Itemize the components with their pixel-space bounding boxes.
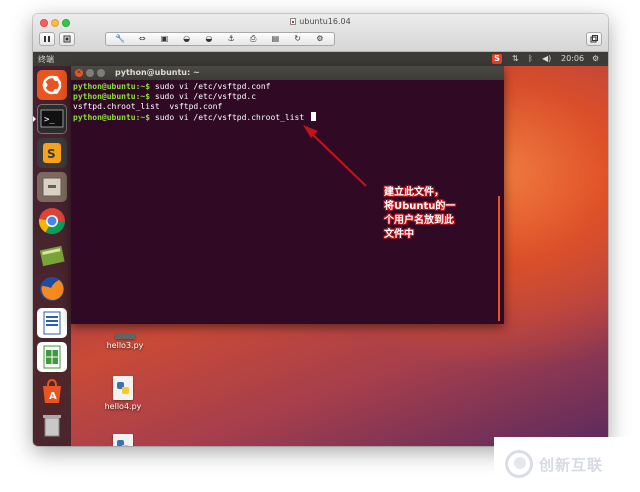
watermark-logo-icon [505,450,533,478]
annotation-text: 建立此文件， 将Ubuntu的一 个用户名放到此 文件中 [384,186,455,242]
watermark-text: 创新互联 [539,456,604,474]
watermark: 创新互联 [494,437,640,492]
annotation-line: 个用户名放到此 [384,215,454,226]
annotation-line: 文件中 [384,229,414,240]
page: ubuntu16.04 🔧 ⇔ ▣ ◒ ◒ ⚓ ⎙ ▤ ↻ ⚙ 终端 S ⇅ ᛒ… [0,0,640,492]
annotation-line: 将Ubuntu的一 [384,201,456,212]
annotation-line: 建立此文件， [384,187,444,198]
annotation-arrow [303,125,367,187]
